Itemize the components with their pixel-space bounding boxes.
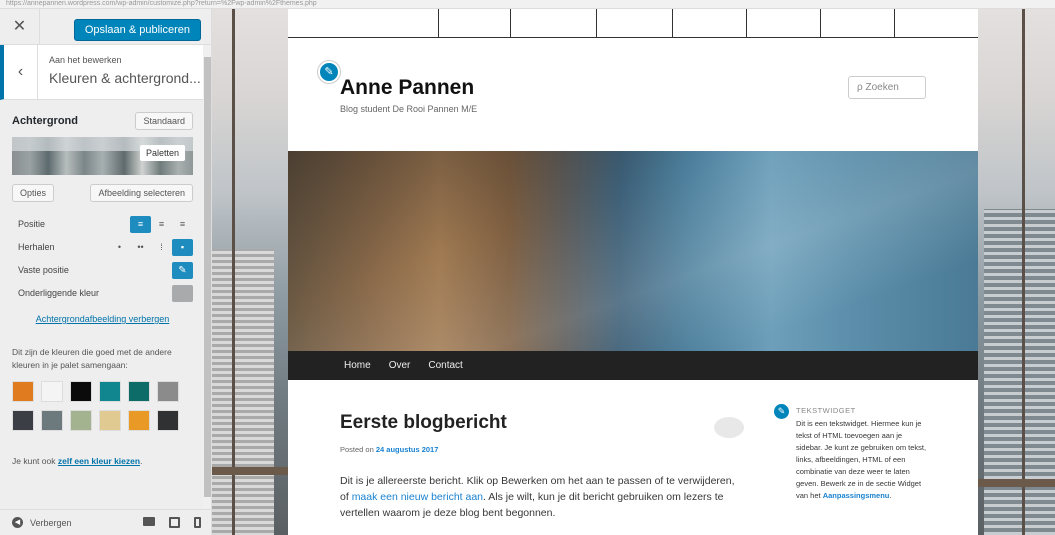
palette-swatch[interactable] [41,410,63,431]
site-description: Blog student De Rooi Pannen M/E [340,104,478,114]
fixed-position-label: Vaste positie [18,265,69,275]
palette-swatch[interactable] [99,381,121,402]
customizer-footer: ◀ Verbergen [0,509,211,535]
palette-swatch[interactable] [128,381,150,402]
own-color-suffix: . [140,456,143,466]
background-bridge-deck [212,467,288,475]
collapse-icon[interactable]: ◀ [12,517,23,528]
palette-swatch[interactable] [41,381,63,402]
edit-widget-icon[interactable]: ✎ [772,402,791,421]
select-image-button[interactable]: Afbeelding selecteren [90,184,193,202]
repeat-x-icon[interactable]: •• [130,239,151,256]
position-setting: Positie ≡ ≡ ≡ [12,213,193,235]
nav-item-over[interactable]: Over [389,360,411,371]
fixed-position-setting: Vaste positie ✎ [12,259,193,281]
background-heading: Achtergrond [12,115,78,127]
tablet-preview-icon[interactable] [169,517,180,528]
section-header: ‹ Aan het bewerken Kleuren & achtergrond… [0,45,203,100]
palette-swatch[interactable] [99,410,121,431]
save-publish-button[interactable]: Opslaan & publiceren [73,19,201,41]
site-title[interactable]: Anne Pannen [340,76,474,100]
widget-title: TEKSTWIDGET [796,406,856,415]
repeat-y-icon[interactable]: ⁞ [151,239,172,256]
post-meta: Posted on 24 augustus 2017 [340,445,438,454]
choose-own-color-link[interactable]: zelf een kleur kiezen [58,456,140,466]
widget-text: Dit is een tekstwidget. Hiermee kun je t… [796,419,927,500]
site-preview: ✎ Anne Pannen Blog student De Rooi Panne… [212,9,1055,535]
comment-bubble-icon[interactable] [714,417,744,438]
default-button[interactable]: Standaard [135,112,193,130]
posted-prefix: Posted on [340,445,376,454]
section-title: Kleuren & achtergrond... [49,70,201,86]
palette-swatch[interactable] [70,381,92,402]
align-right-icon[interactable]: ≡ [172,216,193,233]
scrollbar-thumb[interactable] [204,57,211,497]
search-input[interactable]: ρ Zoeken [848,76,926,99]
desktop-preview-icon[interactable] [143,517,155,526]
background-image-preview[interactable]: Paletten [12,137,193,175]
hide-controls-button[interactable]: Verbergen [30,518,72,528]
palette-swatch[interactable] [157,410,179,431]
back-chevron-icon[interactable]: ‹ [4,45,38,99]
align-left-icon[interactable]: ≡ [130,215,151,233]
post-title[interactable]: Eerste blogbericht [340,412,507,434]
underlying-color-setting: Onderliggende kleur [12,282,193,304]
background-bridge-deck [978,479,1055,487]
own-color-text: Je kunt ook zelf een kleur kiezen. [12,456,193,466]
sidebar-scrollbar[interactable] [203,45,211,510]
mobile-preview-icon[interactable] [194,517,201,528]
background-bridge-cable [1022,9,1025,535]
palette-swatch[interactable] [12,381,34,402]
nav-item-home[interactable]: Home [344,360,371,371]
no-repeat-icon[interactable]: • [109,239,130,256]
post-content: Dit is je allereerste bericht. Klik op B… [340,473,745,521]
background-bridge-cable [232,9,235,535]
customizer-menu-link[interactable]: Aanpassingsmenu [823,491,890,500]
editing-label: Aan het bewerken [49,55,122,65]
nav-item-contact[interactable]: Contact [428,360,462,371]
repeat-label: Herhalen [18,242,55,252]
header-image [288,151,978,351]
palettes-tooltip: Paletten [139,145,185,161]
close-customizer-button[interactable]: ✕ [0,9,40,45]
site-page: ✎ Anne Pannen Blog student De Rooi Panne… [288,9,978,535]
customizer-header: ✕ Opslaan & publiceren [0,9,211,45]
underlying-color-label: Onderliggende kleur [18,288,100,298]
background-skyscraper [212,249,274,535]
own-color-prefix: Je kunt ook [12,456,56,466]
section-controls: Achtergrond Standaard Paletten Opties Af… [0,100,203,510]
widget-content: Dit is een tekstwidget. Hiermee kun je t… [796,418,928,502]
color-palette [12,381,193,431]
repeat-setting: Herhalen • •• ⁞ ▪ [12,236,193,258]
hide-background-image-link[interactable]: Achtergrondafbeelding verbergen [12,314,193,324]
repeat-tile-icon[interactable]: ▪ [172,238,193,256]
top-rail [288,9,978,38]
align-center-icon[interactable]: ≡ [151,216,172,233]
underlying-color-swatch[interactable] [172,284,193,302]
post-date-link[interactable]: 24 augustus 2017 [376,445,439,454]
palette-swatch[interactable] [70,410,92,431]
palette-description: Dit zijn de kleuren die goed met de ande… [12,347,172,370]
palette-swatch[interactable] [157,381,179,402]
main-navigation: Home Over Contact [288,351,978,380]
position-label: Positie [18,219,46,229]
browser-address-bar[interactable]: https://annepannen.wordpress.com/wp-admi… [0,0,1055,9]
edit-shortcut-icon[interactable]: ✎ [318,61,340,83]
palette-swatch[interactable] [128,410,150,431]
new-post-link[interactable]: maak een nieuw bericht aan [352,491,483,503]
options-button[interactable]: Opties [12,184,55,202]
widget-after: . [889,491,892,500]
pin-icon[interactable]: ✎ [172,261,193,279]
palette-swatch[interactable] [12,410,34,431]
customizer-sidebar: ✕ Opslaan & publiceren ‹ Aan het bewerke… [0,9,212,535]
